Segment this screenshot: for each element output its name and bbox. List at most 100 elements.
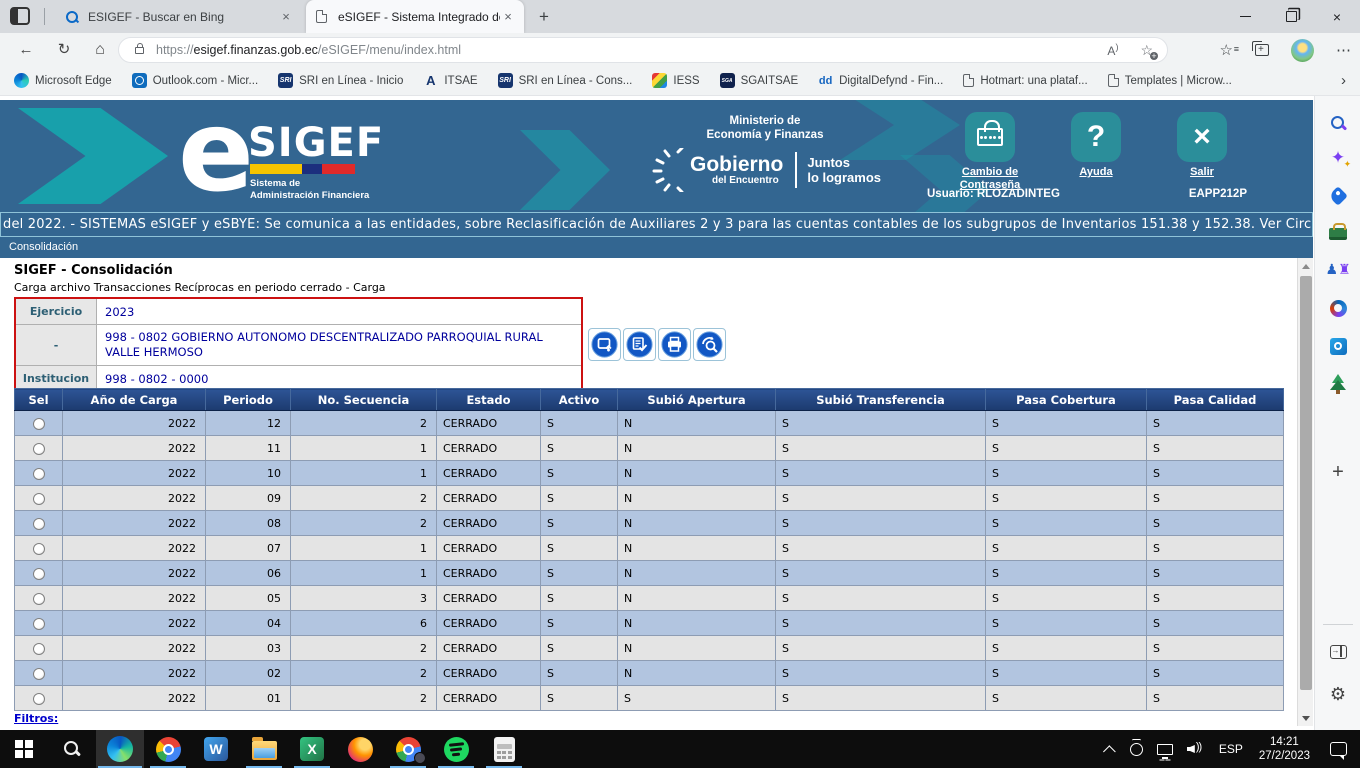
scroll-down-icon[interactable] bbox=[1298, 710, 1314, 726]
sidebar-tree-icon[interactable] bbox=[1324, 370, 1352, 398]
bookmarks-overflow-chevron-icon[interactable]: › bbox=[1341, 72, 1346, 89]
taskbar-firefox-icon[interactable] bbox=[336, 730, 384, 768]
filters-link[interactable]: Filtros: bbox=[14, 712, 58, 725]
taskbar-excel-icon[interactable]: X bbox=[288, 730, 336, 768]
tab-close-icon[interactable]: × bbox=[500, 9, 516, 25]
tray-camera-icon[interactable] bbox=[1123, 730, 1150, 768]
change-password-button[interactable]: Cambio de Contraseña bbox=[951, 112, 1029, 192]
add-favorite-icon[interactable]: ☆ bbox=[1140, 42, 1153, 59]
taskbar-chrome-profile-icon[interactable] bbox=[384, 730, 432, 768]
row-select-radio[interactable] bbox=[33, 693, 45, 705]
row-select-radio[interactable] bbox=[33, 518, 45, 530]
tray-volume-icon[interactable] bbox=[1180, 730, 1212, 768]
taskbar-edge-icon[interactable] bbox=[96, 730, 144, 768]
taskbar-word-icon[interactable]: W bbox=[192, 730, 240, 768]
cell-apertura: N bbox=[618, 511, 776, 536]
new-tab-button[interactable]: + bbox=[534, 7, 554, 27]
sidebar-copilot-icon[interactable]: ✦ bbox=[1324, 144, 1352, 172]
address-bar[interactable]: https://esigef.finanzas.gob.ec/eSIGEF/me… bbox=[118, 37, 1168, 63]
bookmark-iess[interactable]: IESS bbox=[652, 73, 699, 88]
taskbar-search-icon[interactable] bbox=[48, 730, 96, 768]
sidebar-tools-icon[interactable] bbox=[1324, 220, 1352, 248]
select-cell bbox=[15, 611, 63, 636]
table-row[interactable]: 2022 05 3 CERRADO S N S S S bbox=[15, 586, 1284, 611]
tray-language[interactable]: ESP bbox=[1212, 730, 1250, 768]
cell-secuencia: 2 bbox=[291, 511, 437, 536]
tray-notification-icon[interactable] bbox=[1319, 730, 1354, 768]
tray-hidden-icons-caret[interactable] bbox=[1100, 730, 1123, 768]
row-select-radio[interactable] bbox=[33, 543, 45, 555]
collections-icon[interactable] bbox=[1255, 44, 1269, 56]
row-select-radio[interactable] bbox=[33, 568, 45, 580]
bookmark-sgaitsae[interactable]: SGASGAITSAE bbox=[720, 73, 799, 88]
bookmark-outlook[interactable]: Outlook.com - Micr... bbox=[132, 73, 258, 88]
table-row[interactable]: 2022 08 2 CERRADO S N S S S bbox=[15, 511, 1284, 536]
row-select-radio[interactable] bbox=[33, 643, 45, 655]
row-select-radio[interactable] bbox=[33, 593, 45, 605]
col-periodo: Periodo bbox=[206, 389, 291, 411]
row-select-radio[interactable] bbox=[33, 443, 45, 455]
table-row[interactable]: 2022 04 6 CERRADO S N S S S bbox=[15, 611, 1284, 636]
back-icon[interactable]: ← bbox=[14, 38, 38, 62]
search-refresh-button[interactable] bbox=[693, 328, 726, 361]
ministry-label: Ministerio deEconomía y Finanzas bbox=[640, 114, 890, 142]
bookmark-hotmart[interactable]: Hotmart: una plataf... bbox=[963, 74, 1087, 87]
taskbar-explorer-icon[interactable] bbox=[240, 730, 288, 768]
sidebar-toggle-icon[interactable] bbox=[1324, 638, 1352, 666]
print-button[interactable] bbox=[658, 328, 691, 361]
content-scrollbar[interactable] bbox=[1297, 258, 1313, 726]
row-select-radio[interactable] bbox=[33, 668, 45, 680]
table-row[interactable]: 2022 03 2 CERRADO S N S S S bbox=[15, 636, 1284, 661]
taskbar-spotify-icon[interactable] bbox=[432, 730, 480, 768]
table-row[interactable]: 2022 10 1 CERRADO S N S S S bbox=[15, 461, 1284, 486]
table-row[interactable]: 2022 01 2 CERRADO S S S S S bbox=[15, 686, 1284, 711]
tray-clock[interactable]: 14:21 27/2/2023 bbox=[1250, 735, 1319, 763]
restore-button[interactable] bbox=[1268, 0, 1314, 33]
table-row[interactable]: 2022 09 2 CERRADO S N S S S bbox=[15, 486, 1284, 511]
row-select-radio[interactable] bbox=[33, 418, 45, 430]
settings-menu-icon[interactable]: ⋯ bbox=[1336, 41, 1352, 59]
logout-button[interactable]: × Salir bbox=[1163, 112, 1241, 192]
row-select-radio[interactable] bbox=[33, 468, 45, 480]
help-button[interactable]: ? Ayuda bbox=[1057, 112, 1135, 192]
scroll-up-icon[interactable] bbox=[1298, 258, 1314, 274]
home-icon[interactable]: ⌂ bbox=[88, 38, 112, 62]
table-row[interactable]: 2022 11 1 CERRADO S N S S S bbox=[15, 436, 1284, 461]
start-button[interactable] bbox=[0, 730, 48, 768]
read-aloud-icon[interactable]: A bbox=[1107, 42, 1118, 58]
sidebar-add-icon[interactable]: + bbox=[1324, 458, 1352, 486]
taskbar-calculator-icon[interactable] bbox=[480, 730, 528, 768]
sidebar-search-icon[interactable] bbox=[1324, 109, 1352, 137]
table-row[interactable]: 2022 12 2 CERRADO S N S S S bbox=[15, 411, 1284, 436]
minimize-button[interactable] bbox=[1222, 0, 1268, 33]
close-button[interactable]: × bbox=[1314, 0, 1360, 33]
refresh-icon[interactable]: ↻ bbox=[52, 38, 76, 62]
sidebar-outlook-icon[interactable] bbox=[1324, 332, 1352, 360]
tab-bing-search[interactable]: ESIGEF - Buscar en Bing × bbox=[56, 0, 302, 33]
bookmark-edge[interactable]: Microsoft Edge bbox=[14, 73, 112, 88]
bookmark-digitaldefynd[interactable]: ddDigitalDefynd - Fin... bbox=[818, 73, 943, 88]
taskbar-chrome-icon[interactable] bbox=[144, 730, 192, 768]
row-select-radio[interactable] bbox=[33, 618, 45, 630]
scrollbar-thumb[interactable] bbox=[1300, 276, 1312, 690]
table-row[interactable]: 2022 06 1 CERRADO S N S S S bbox=[15, 561, 1284, 586]
bookmark-sri-inicio[interactable]: SRISRI en Línea - Inicio bbox=[278, 73, 403, 88]
sidebar-settings-gear-icon[interactable]: ⚙ bbox=[1324, 680, 1352, 708]
tab-close-icon[interactable]: × bbox=[278, 9, 294, 25]
validate-button[interactable] bbox=[623, 328, 656, 361]
table-row[interactable]: 2022 02 2 CERRADO S N S S S bbox=[15, 661, 1284, 686]
tray-network-icon[interactable] bbox=[1150, 730, 1180, 768]
bookmark-sri-consultas[interactable]: SRISRI en Línea - Cons... bbox=[498, 73, 633, 88]
table-row[interactable]: 2022 07 1 CERRADO S N S S S bbox=[15, 536, 1284, 561]
bookmark-templates[interactable]: Templates | Microw... bbox=[1108, 74, 1232, 87]
sidebar-games-icon[interactable]: ♟♜ bbox=[1324, 256, 1352, 284]
workspaces-icon[interactable] bbox=[10, 7, 30, 25]
sidebar-shopping-icon[interactable] bbox=[1324, 182, 1352, 210]
bookmark-itsae[interactable]: AITSAE bbox=[423, 73, 477, 88]
upload-button[interactable] bbox=[588, 328, 621, 361]
row-select-radio[interactable] bbox=[33, 493, 45, 505]
favorites-hub-icon[interactable]: ☆ bbox=[1220, 41, 1233, 59]
tab-esigef[interactable]: eSIGEF - Sistema Integrado de Ge × bbox=[306, 0, 524, 33]
sidebar-office-icon[interactable] bbox=[1324, 294, 1352, 322]
profile-avatar[interactable] bbox=[1291, 39, 1314, 62]
